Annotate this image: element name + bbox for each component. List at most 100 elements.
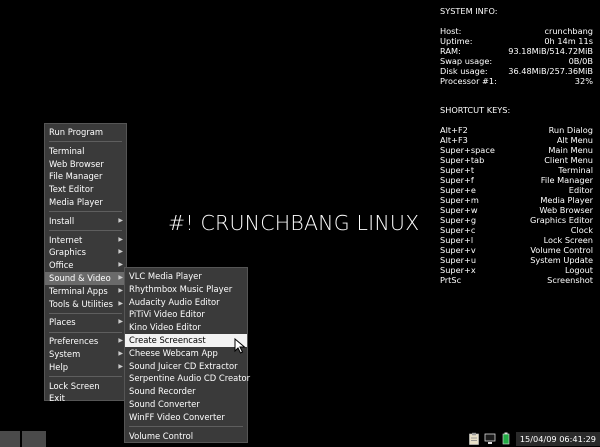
menu-item-media-player[interactable]: Media Player	[45, 196, 126, 209]
menu-item-label: Exit	[49, 393, 65, 404]
menu-item-label: Volume Control	[129, 430, 194, 441]
submenu-item-sound-recorder[interactable]: Sound Recorder	[125, 385, 247, 398]
menu-item-graphics[interactable]: Graphics ▶	[45, 246, 126, 259]
menu-item-label: Web Browser	[49, 158, 104, 169]
shortcut-key: Super+u	[440, 255, 477, 265]
shortcut-row: Super+c Clock	[440, 225, 593, 235]
menu-item-install[interactable]: Install ▶	[45, 215, 126, 228]
menu-item-web-browser[interactable]: Web Browser	[45, 158, 126, 171]
menu-item-label: Media Player	[49, 196, 103, 207]
submenu-arrow-icon: ▶	[118, 362, 123, 370]
network-icon[interactable]	[484, 432, 496, 445]
submenu-item-create-screencast[interactable]: Create Screencast	[125, 333, 247, 347]
submenu-arrow-icon: ▶	[118, 216, 123, 224]
menu-item-lock-screen[interactable]: Lock Screen	[45, 380, 126, 393]
menu-item-terminal-apps[interactable]: Terminal Apps ▶	[45, 285, 126, 298]
menu-item-file-manager[interactable]: File Manager	[45, 170, 126, 183]
shortcut-action: Graphics Editor	[530, 215, 593, 225]
submenu-arrow-icon: ▶	[118, 318, 123, 326]
shortcut-action: Editor	[568, 185, 593, 195]
conky-panel: SYSTEM INFO: Host: crunchbang Uptime: 0h 14…	[440, 6, 593, 285]
system-info-label: RAM:	[440, 46, 461, 56]
menu-item-label: Cheese Webcam App	[129, 347, 218, 358]
menu-item-label: Terminal Apps	[49, 285, 108, 296]
menu-item-label: Preferences	[49, 336, 99, 347]
system-info-value: 0B/0B	[568, 56, 593, 66]
menu-item-preferences[interactable]: Preferences ▶	[45, 335, 126, 348]
system-info-row: Swap usage: 0B/0B	[440, 56, 593, 66]
menu-separator	[49, 211, 122, 213]
menu-item-exit[interactable]: Exit	[45, 392, 126, 405]
menu-item-run-program[interactable]: Run Program	[45, 126, 126, 139]
shortcut-action: Logout	[564, 265, 593, 275]
submenu-item-winff-video-converter[interactable]: WinFF Video Converter	[125, 411, 247, 424]
system-info-value: 32%	[574, 76, 593, 86]
taskbar-desktop-block[interactable]	[0, 431, 20, 447]
submenu-item-sound-juicer-cd-extractor[interactable]: Sound Juicer CD Extractor	[125, 360, 247, 373]
submenu-arrow-icon: ▶	[118, 349, 123, 357]
menu-item-sound-video[interactable]: Sound & Video ▶	[45, 271, 126, 285]
menu-item-label: Tools & Utilities	[49, 298, 114, 309]
menu-item-label: System	[49, 348, 81, 359]
menu-item-label: Install	[49, 215, 75, 226]
shortcut-key: Super+v	[440, 245, 476, 255]
menu-item-label: Sound Recorder	[129, 386, 196, 397]
shortcut-row: Super+m Media Player	[440, 195, 593, 205]
shortcut-key: Super+g	[440, 215, 477, 225]
system-info-row: Uptime: 0h 14m 11s	[440, 36, 593, 46]
system-tray: 15/04/09 06:41:29	[468, 430, 600, 447]
submenu-arrow-icon: ▶	[118, 286, 123, 294]
menu-item-label: Run Program	[49, 127, 104, 137]
menu-item-terminal[interactable]: Terminal	[45, 145, 126, 158]
shortcut-row: Super+v Volume Control	[440, 245, 593, 255]
system-info-list: Host: crunchbang Uptime: 0h 14m 11s RAM: 93.1…	[440, 26, 593, 86]
menu-item-system[interactable]: System ▶	[45, 348, 126, 361]
shortcut-row: Super+tab Client Menu	[440, 155, 593, 165]
menu-item-office[interactable]: Office ▶	[45, 259, 126, 272]
system-info-value: 93.18MiB/514.72MiB	[508, 46, 593, 56]
system-info-label: Host:	[440, 26, 462, 36]
shortcut-keys-list: Alt+F2 Run Dialog Alt+F3 Alt Menu Super+spac…	[440, 125, 593, 285]
submenu-item-rhythmbox-music-player[interactable]: Rhythmbox Music Player	[125, 283, 247, 296]
shortcut-key: Super+m	[440, 195, 479, 205]
system-info-value: 0h 14m 11s	[544, 36, 593, 46]
menu-item-tools-utilities[interactable]: Tools & Utilities ▶	[45, 298, 126, 311]
power-icon[interactable]	[500, 432, 512, 445]
shortcut-row: Super+f File Manager	[440, 175, 593, 185]
shortcut-action: File Manager	[540, 175, 593, 185]
submenu-item-volume-control[interactable]: Volume Control	[125, 430, 247, 443]
shortcut-row: Super+space Main Menu	[440, 145, 593, 155]
menu-item-label: Sound Converter	[129, 398, 200, 409]
menu-item-label: Graphics	[49, 247, 86, 258]
submenu-item-kino-video-editor[interactable]: Kino Video Editor	[125, 321, 247, 334]
system-info-row: RAM: 93.18MiB/514.72MiB	[440, 46, 593, 56]
taskbar-clock[interactable]: 15/04/09 06:41:29	[515, 431, 600, 446]
shortcut-action: Main Menu	[548, 145, 593, 155]
submenu-arrow-icon: ▶	[118, 337, 123, 345]
submenu-item-audacity-audio-editor[interactable]: Audacity Audio Editor	[125, 296, 247, 309]
menu-separator	[49, 141, 122, 143]
menu-item-internet[interactable]: Internet ▶	[45, 234, 126, 247]
system-info-label: Uptime:	[440, 36, 473, 46]
menu-item-label: Serpentine Audio CD Creator	[129, 373, 251, 384]
submenu-item-pitivi-video-editor[interactable]: PiTiVi Video Editor	[125, 308, 247, 321]
submenu-item-vlc-media-player[interactable]: VLC Media Player	[125, 270, 247, 283]
system-info-header: SYSTEM INFO:	[440, 6, 498, 16]
menu-item-label: Kino Video Editor	[129, 322, 201, 333]
shortcut-row: Super+w Web Browser	[440, 205, 593, 215]
submenu-item-sound-converter[interactable]: Sound Converter	[125, 398, 247, 411]
menu-item-label: PiTiVi Video Editor	[129, 309, 205, 320]
menu-item-text-editor[interactable]: Text Editor	[45, 183, 126, 196]
shortcut-key: Super+t	[440, 165, 475, 175]
menu-item-help[interactable]: Help ▶	[45, 361, 126, 374]
menu-item-places[interactable]: Places ▶	[45, 316, 126, 329]
shortcut-key: Super+x	[440, 265, 476, 275]
shortcut-row: Super+g Graphics Editor	[440, 215, 593, 225]
system-info-value: crunchbang	[544, 26, 593, 36]
shortcut-row: Alt+F2 Run Dialog	[440, 125, 593, 135]
clipboard-icon[interactable]	[468, 432, 480, 445]
taskbar-desktop-block[interactable]	[22, 431, 46, 447]
submenu-item-cheese-webcam-app[interactable]: Cheese Webcam App	[125, 347, 247, 360]
menu-item-label: Places	[49, 317, 76, 328]
submenu-item-serpentine-audio-cd-creator[interactable]: Serpentine Audio CD Creator	[125, 372, 251, 385]
